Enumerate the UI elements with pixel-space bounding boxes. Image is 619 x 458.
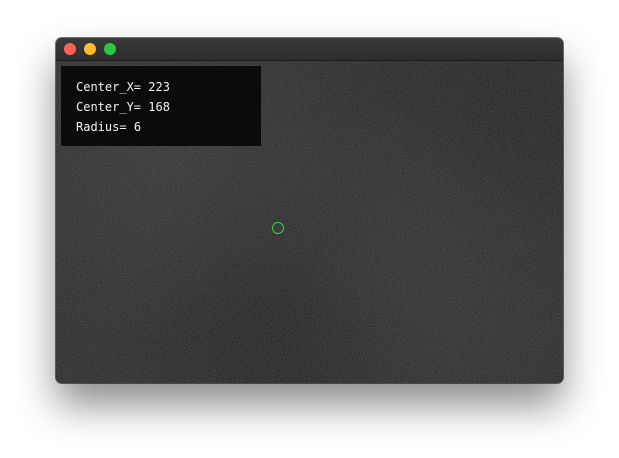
radius-value: 6 xyxy=(133,120,142,134)
detected-circle-marker xyxy=(272,222,284,234)
image-canvas: Center_X= 223 Center_Y= 168 Radius= 6 xyxy=(56,61,563,383)
app-window: Center_X= 223 Center_Y= 168 Radius= 6 xyxy=(56,38,563,383)
radius-readout: Radius= 6 xyxy=(76,120,141,134)
info-overlay: Center_X= 223 Center_Y= 168 Radius= 6 xyxy=(61,66,261,146)
center-x-readout: Center_X= 223 xyxy=(76,80,170,94)
title-bar[interactable] xyxy=(56,38,563,61)
center-y-label: Center_Y= xyxy=(76,100,142,114)
center-y-value: 168 xyxy=(148,100,170,114)
zoom-button[interactable] xyxy=(104,43,116,55)
center-x-value: 223 xyxy=(148,80,170,94)
center-y-readout: Center_Y= 168 xyxy=(76,100,170,114)
center-x-label: Center_X= xyxy=(76,80,142,94)
minimize-button[interactable] xyxy=(84,43,96,55)
close-button[interactable] xyxy=(64,43,76,55)
radius-label: Radius= xyxy=(76,120,127,134)
